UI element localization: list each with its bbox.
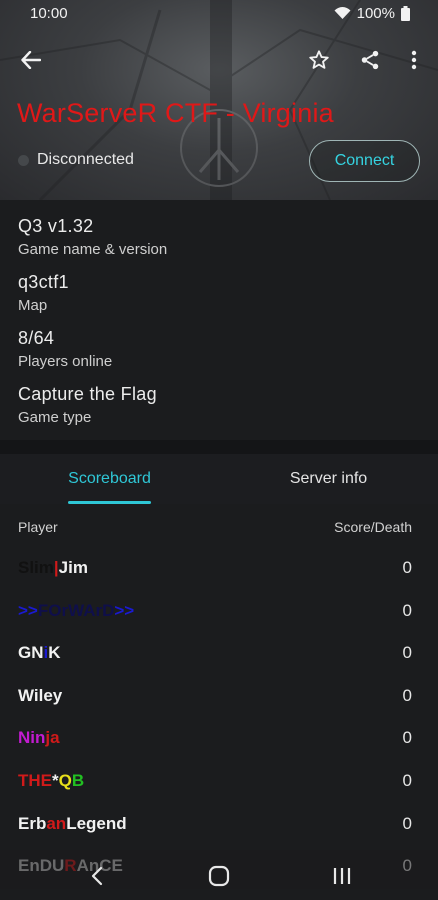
player-name: Wiley — [18, 686, 62, 706]
tab-bar: Scoreboard Server info — [0, 454, 438, 504]
player-score: 0 — [402, 558, 412, 577]
player-name-segment: * — [52, 771, 59, 790]
player-name: GNiK — [18, 643, 61, 663]
player-name-segment: Erb — [18, 813, 47, 833]
status-bar: 10:00 100% — [0, 0, 438, 28]
server-header: 10:00 100% WarServeR CTF - Virginia Disc… — [0, 0, 438, 200]
table-row[interactable]: >>FOrWArD>> 0 — [0, 591, 438, 633]
table-row[interactable]: ErbanLegend 0 — [0, 804, 438, 846]
battery-percent: 100% — [356, 5, 395, 22]
detail-players-online: 8/64 Players online — [18, 328, 112, 370]
player-name-segment: K — [48, 643, 61, 663]
tab-scoreboard[interactable]: Scoreboard — [0, 454, 219, 504]
back-icon[interactable] — [82, 862, 112, 890]
player-name-segment: Nin — [18, 728, 46, 748]
player-name-segment: >> — [18, 600, 38, 620]
detail-label: Game name & version — [18, 241, 168, 258]
player-score: 0 — [402, 728, 412, 748]
table-row[interactable]: GNiK 0 — [0, 633, 438, 675]
player-name-segment: GN — [18, 643, 44, 663]
scoreboard-header: Player Score/Death — [0, 504, 438, 546]
table-row[interactable]: Ninja 0 — [0, 718, 438, 760]
section-divider — [0, 440, 438, 454]
server-title: WarServeR CTF - Virginia — [17, 98, 334, 128]
connect-button[interactable]: Connect — [309, 140, 420, 182]
player-score: 0 — [402, 813, 412, 833]
tab-server-info[interactable]: Server info — [219, 454, 438, 504]
player-score: 0 — [402, 771, 412, 790]
table-row[interactable]: Slim|Jim 0 — [0, 548, 438, 590]
home-icon[interactable] — [204, 862, 234, 890]
detail-game-type: Capture the Flag Game type — [18, 384, 157, 426]
detail-label: Game type — [18, 409, 92, 426]
player-name-segment: THE — [18, 771, 52, 790]
column-score-death: Score/Death — [334, 519, 412, 535]
detail-label: Players online — [18, 353, 113, 370]
player-name-segment: Wiley — [18, 685, 63, 705]
detail-map: q3ctf1 Map — [18, 272, 69, 314]
player-name-segment: Jim — [58, 558, 88, 577]
back-arrow-icon[interactable] — [15, 44, 47, 76]
player-name-segment: Legend — [66, 813, 127, 833]
detail-game-version: Q3 v1.32 Game name & version — [18, 216, 167, 258]
player-score: 0 — [402, 600, 412, 620]
star-icon[interactable] — [303, 44, 335, 76]
column-player: Player — [18, 519, 58, 535]
detail-value: 8/64 — [18, 328, 55, 348]
wifi-icon — [334, 7, 351, 19]
player-name: Slim|Jim — [18, 558, 88, 578]
detail-value: Capture the Flag — [18, 384, 157, 404]
player-name: >>FOrWArD>> — [18, 601, 134, 621]
share-icon[interactable] — [354, 44, 386, 76]
connection-status-label: Disconnected — [37, 151, 134, 168]
player-name-segment: ja — [45, 728, 60, 748]
app-bar — [0, 40, 438, 84]
player-name: Ninja — [18, 728, 60, 748]
table-row[interactable]: Wiley 0 — [0, 676, 438, 718]
table-row[interactable]: THE*QB 0 — [0, 761, 438, 803]
player-name-segment: >> — [114, 600, 135, 620]
battery-icon — [401, 6, 410, 21]
player-name-segment: Q — [58, 771, 72, 790]
player-name: ErbanLegend — [18, 814, 127, 834]
detail-value: q3ctf1 — [18, 272, 69, 292]
detail-value: Q3 v1.32 — [18, 216, 94, 236]
player-score: 0 — [402, 643, 412, 663]
player-name-segment: FOrWArD — [37, 600, 115, 620]
system-nav-bar — [0, 850, 438, 900]
more-vert-icon[interactable] — [398, 44, 430, 76]
connection-status: Disconnected — [18, 151, 134, 169]
clock: 10:00 — [30, 5, 68, 22]
server-details: Q3 v1.32 Game name & version q3ctf1 Map … — [0, 200, 438, 440]
status-dot-icon — [18, 154, 29, 166]
player-name-segment: Slim — [18, 558, 54, 577]
player-name: THE*QB — [18, 771, 84, 791]
player-name-segment: B — [71, 771, 85, 790]
player-name-segment: an — [46, 813, 67, 833]
recents-icon[interactable] — [327, 862, 357, 890]
detail-label: Map — [18, 297, 48, 314]
player-score: 0 — [402, 685, 412, 705]
